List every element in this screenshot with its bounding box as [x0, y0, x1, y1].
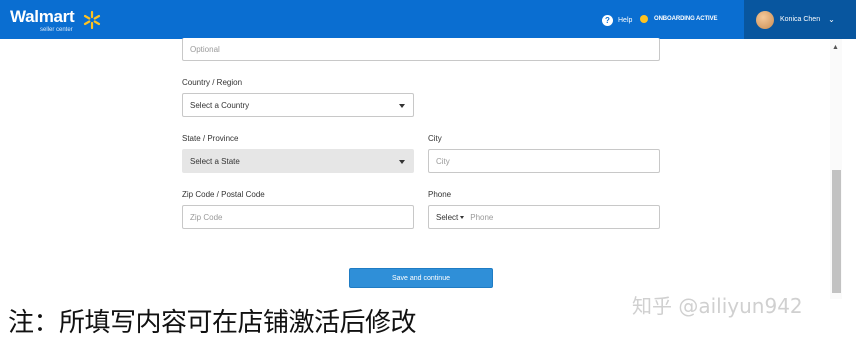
- city-label: City: [428, 134, 442, 143]
- caret-down-icon: [399, 104, 405, 108]
- country-select[interactable]: Select a Country: [182, 93, 414, 117]
- zip-input[interactable]: Zip Code: [182, 205, 414, 229]
- user-name: Konica Chen: [780, 16, 821, 23]
- caret-down-icon: [460, 215, 465, 219]
- help-label: Help: [618, 17, 633, 24]
- zip-placeholder: Zip Code: [190, 212, 223, 222]
- country-selected-value: Select a Country: [190, 100, 250, 110]
- onboarding-status: ONBOARDING ACTIVE: [640, 15, 718, 23]
- question-icon: ?: [602, 15, 613, 26]
- caption-note: 注：所填写内容可在店铺激活后修改: [8, 308, 417, 338]
- phone-placeholder: Phone: [470, 212, 494, 222]
- help-link[interactable]: ? Help: [602, 15, 632, 26]
- walmart-spark-icon: [83, 10, 101, 30]
- state-label: State / Province: [182, 134, 239, 143]
- phone-input[interactable]: Select Phone: [428, 205, 660, 229]
- city-input[interactable]: City: [428, 149, 660, 173]
- address-line-2-input[interactable]: Optional: [182, 38, 660, 61]
- caret-down-icon: [399, 160, 405, 164]
- brand-subtitle: seller center: [40, 27, 73, 33]
- save-and-continue-button[interactable]: Save and continue: [349, 268, 493, 288]
- state-selected-value: Select a State: [190, 156, 240, 166]
- zip-label: Zip Code / Postal Code: [182, 190, 265, 199]
- city-placeholder: City: [436, 156, 450, 166]
- scroll-up-arrow-icon[interactable]: ▲: [832, 44, 839, 51]
- scrollbar-thumb[interactable]: [832, 170, 841, 293]
- walmart-logo[interactable]: Walmart seller center: [10, 7, 75, 33]
- avatar: [756, 10, 774, 29]
- address-line-2-placeholder: Optional: [190, 44, 220, 54]
- watermark: 知乎 @ailiyun942: [632, 294, 803, 318]
- brand-name: Walmart: [10, 7, 75, 26]
- country-label: Country / Region: [182, 78, 243, 87]
- phone-label: Phone: [428, 190, 452, 199]
- chevron-down-icon: ⌄: [828, 15, 835, 24]
- state-select[interactable]: Select a State: [182, 149, 414, 173]
- phone-country-code-select[interactable]: Select: [436, 212, 465, 222]
- top-navigation-bar: Walmart seller center ? Help ONBOARDING …: [0, 0, 856, 39]
- phone-country-code-label: Select: [436, 212, 459, 222]
- status-label: ONBOARDING ACTIVE: [654, 16, 718, 22]
- user-menu[interactable]: Konica Chen ⌄: [744, 0, 856, 39]
- status-dot-icon: [640, 15, 648, 23]
